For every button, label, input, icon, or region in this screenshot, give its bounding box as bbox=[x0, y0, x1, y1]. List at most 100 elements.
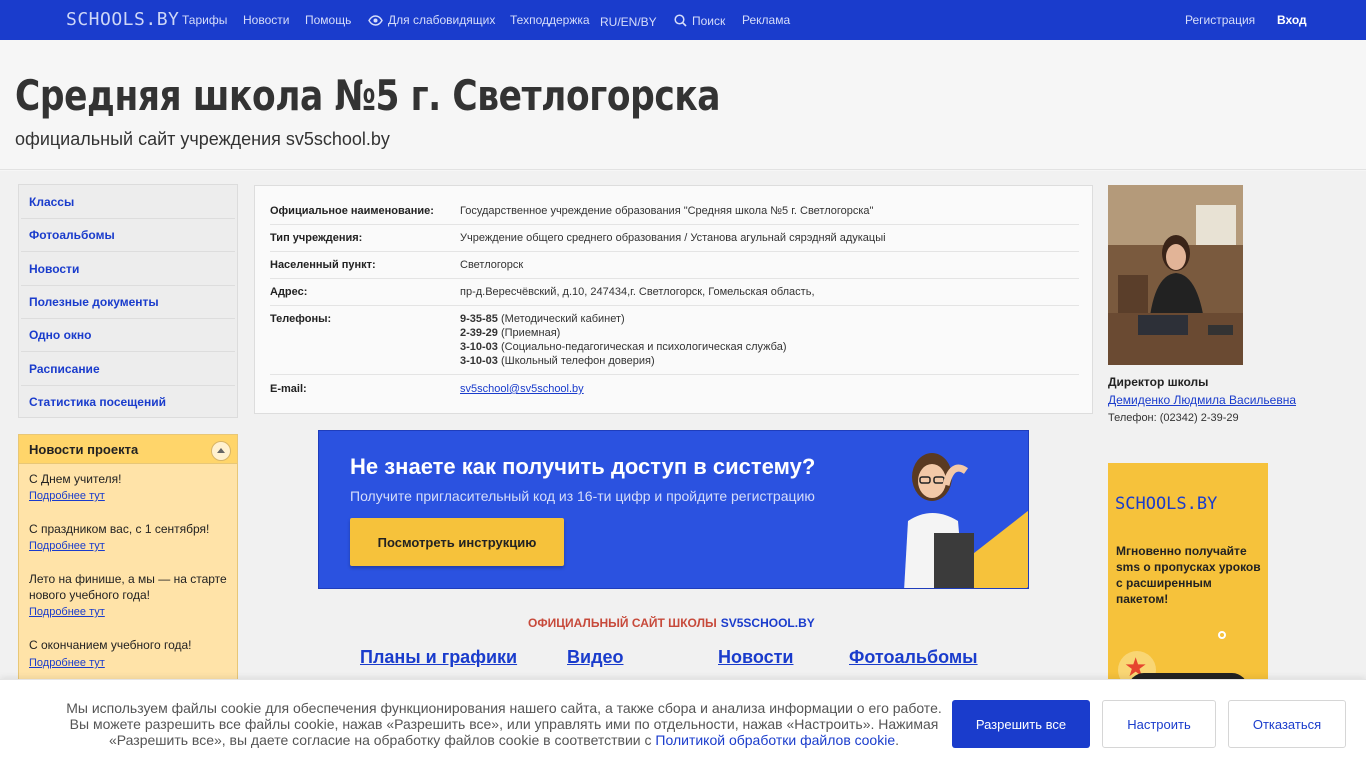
nav-news[interactable]: Новости bbox=[243, 13, 289, 27]
project-news-panel: Новости проекта С Днем учителя! Подробне… bbox=[18, 434, 238, 694]
cookie-consent-bar: Мы используем файлы cookie для обеспечен… bbox=[0, 679, 1366, 768]
section-plans-link[interactable]: Планы и графики bbox=[360, 647, 517, 668]
nav-language[interactable]: RU/EN/BY bbox=[600, 15, 657, 29]
official-site-link[interactable]: SV5SCHOOL.BY bbox=[721, 616, 815, 630]
divider bbox=[21, 251, 235, 252]
banner-title: Не знаете как получить доступ в систему? bbox=[350, 454, 816, 479]
director-phone: Телефон: (02342) 2-39-29 bbox=[1108, 412, 1239, 424]
ad-logo: SCHOOLS.BY bbox=[1115, 494, 1218, 514]
director-role: Директор школы bbox=[1108, 375, 1209, 389]
sidebar-item-documents[interactable]: Полезные документы bbox=[29, 295, 159, 309]
nav-ads[interactable]: Реклама bbox=[742, 13, 790, 27]
info-label-type: Тип учреждения: bbox=[270, 232, 363, 244]
news-more-link[interactable]: Подробнее тут bbox=[29, 657, 105, 669]
email-link[interactable]: sv5school@sv5school.by bbox=[460, 383, 584, 395]
divider bbox=[270, 251, 1079, 252]
section-news-link[interactable]: Новости bbox=[718, 647, 793, 668]
info-label-name: Официальное наименование: bbox=[270, 205, 434, 217]
news-item-title: Лето на финише, а мы — на старте нового … bbox=[29, 572, 227, 602]
banner-subtitle: Получите пригласительный код из 16-ти ци… bbox=[350, 488, 815, 504]
info-value-address: пр-д.Вересчёвский, д.10, 247434,г. Светл… bbox=[460, 286, 815, 298]
phone-line: 9-35-85 (Методический кабинет) bbox=[460, 313, 625, 325]
nav-support[interactable]: Техподдержка bbox=[510, 13, 590, 27]
divider bbox=[270, 374, 1079, 375]
sidebar-item-one-window[interactable]: Одно окно bbox=[29, 328, 91, 342]
info-value-type: Учреждение общего среднего образования /… bbox=[460, 232, 886, 244]
allow-all-button[interactable]: Разрешить все bbox=[952, 700, 1090, 748]
phone-number: 3-10-03 bbox=[460, 355, 498, 367]
phone-number: 2-39-29 bbox=[460, 327, 498, 339]
divider bbox=[21, 351, 235, 352]
phone-line: 3-10-03 (Школьный телефон доверия) bbox=[460, 355, 655, 367]
nav-help[interactable]: Помощь bbox=[305, 13, 351, 27]
info-value-city: Светлогорск bbox=[460, 259, 524, 271]
sidebar-item-news[interactable]: Новости bbox=[29, 262, 79, 276]
phone-note: (Школьный телефон доверия) bbox=[500, 355, 655, 367]
divider bbox=[270, 278, 1079, 279]
phone-note: (Методический кабинет) bbox=[500, 313, 625, 325]
info-label-email: E-mail: bbox=[270, 383, 307, 395]
school-info-card: Официальное наименование: Государственно… bbox=[254, 185, 1093, 414]
nav-accessibility-label: Для слабовидящих bbox=[388, 13, 496, 27]
divider bbox=[21, 318, 235, 319]
info-label-address: Адрес: bbox=[270, 286, 308, 298]
cookie-policy-link[interactable]: Политикой обработки файлов cookie bbox=[655, 732, 895, 748]
nav-search[interactable]: Поиск bbox=[674, 14, 725, 28]
nav-login[interactable]: Вход bbox=[1277, 13, 1307, 27]
registration-banner[interactable]: Не знаете как получить доступ в систему?… bbox=[318, 430, 1029, 589]
news-item-title: С окончанием учебного года! bbox=[29, 638, 192, 652]
official-site-text: ОФИЦИАЛЬНЫЙ САЙТ ШКОЛЫ bbox=[528, 616, 717, 630]
cookie-text: Мы используем файлы cookie для обеспечен… bbox=[66, 700, 942, 748]
project-news-header: Новости проекта bbox=[19, 435, 237, 464]
sidebar-menu: Классы Фотоальбомы Новости Полезные доку… bbox=[18, 184, 238, 418]
section-video-link[interactable]: Видео bbox=[567, 647, 624, 668]
site-logo[interactable]: SCHOOLS.BY bbox=[66, 9, 179, 30]
nav-tariffs[interactable]: Тарифы bbox=[182, 13, 227, 27]
nav-accessibility[interactable]: Для слабовидящих bbox=[368, 13, 495, 27]
woman-with-folder-illustration bbox=[904, 453, 974, 588]
nav-search-label: Поиск bbox=[692, 14, 726, 28]
sidebar-item-photoalbums[interactable]: Фотоальбомы bbox=[29, 228, 115, 242]
director-name-link[interactable]: Демиденко Людмила Васильевна bbox=[1108, 393, 1296, 407]
collapse-up-icon[interactable] bbox=[211, 441, 231, 461]
director-photo[interactable] bbox=[1108, 185, 1243, 365]
sparkle-icon bbox=[1218, 631, 1226, 639]
sidebar-item-schedule[interactable]: Расписание bbox=[29, 362, 100, 376]
divider bbox=[270, 224, 1079, 225]
project-news-title: Новости проекта bbox=[29, 442, 139, 457]
page-subtitle: официальный сайт учреждения sv5school.by bbox=[15, 129, 390, 149]
news-item-title: С Днем учителя! bbox=[29, 472, 122, 486]
section-photoalbums-link[interactable]: Фотоальбомы bbox=[849, 647, 978, 668]
info-label-city: Населенный пункт: bbox=[270, 259, 376, 271]
news-more-link[interactable]: Подробнее тут bbox=[29, 606, 105, 618]
school-header: Средняя школа №5 г. Светлогорска официал… bbox=[0, 40, 1366, 170]
phone-number: 3-10-03 bbox=[460, 341, 498, 353]
ad-text: Мгновенно получайте sms о пропусках урок… bbox=[1116, 544, 1261, 606]
sidebar-item-statistics[interactable]: Статистика посещений bbox=[29, 395, 166, 409]
phone-note: (Социально-педагогическая и психологичес… bbox=[500, 341, 787, 353]
director-photo-image bbox=[1108, 185, 1243, 365]
refuse-button[interactable]: Отказаться bbox=[1228, 700, 1346, 748]
divider bbox=[270, 305, 1079, 306]
phone-note: (Приемная) bbox=[500, 327, 561, 339]
phone-line: 3-10-03 (Социально-педагогическая и псих… bbox=[460, 341, 786, 353]
nav-register[interactable]: Регистрация bbox=[1185, 13, 1255, 27]
divider bbox=[21, 218, 235, 219]
phone-number: 9-35-85 bbox=[460, 313, 498, 325]
divider bbox=[21, 285, 235, 286]
info-label-phones: Телефоны: bbox=[270, 313, 332, 325]
sidebar-item-classes[interactable]: Классы bbox=[29, 195, 74, 209]
official-site-label: ОФИЦИАЛЬНЫЙ САЙТ ШКОЛЫ SV5SCHOOL.BY bbox=[528, 616, 815, 630]
sms-ad-banner[interactable]: SCHOOLS.BY Мгновенно получайте sms о про… bbox=[1108, 463, 1268, 693]
view-instructions-button[interactable]: Посмотреть инструкцию bbox=[350, 518, 564, 566]
news-item-title: С праздником вас, с 1 сентября! bbox=[29, 522, 210, 536]
phone-line: 2-39-29 (Приемная) bbox=[460, 327, 560, 339]
page-title: Средняя школа №5 г. Светлогорска bbox=[15, 71, 721, 120]
eye-icon bbox=[368, 15, 383, 26]
news-more-link[interactable]: Подробнее тут bbox=[29, 540, 105, 552]
news-more-link[interactable]: Подробнее тут bbox=[29, 490, 105, 502]
info-value-name: Государственное учреждение образования "… bbox=[460, 205, 874, 217]
configure-button[interactable]: Настроить bbox=[1102, 700, 1216, 748]
search-icon bbox=[674, 14, 687, 27]
top-navbar: SCHOOLS.BY Тарифы Новости Помощь Для сла… bbox=[0, 0, 1366, 40]
